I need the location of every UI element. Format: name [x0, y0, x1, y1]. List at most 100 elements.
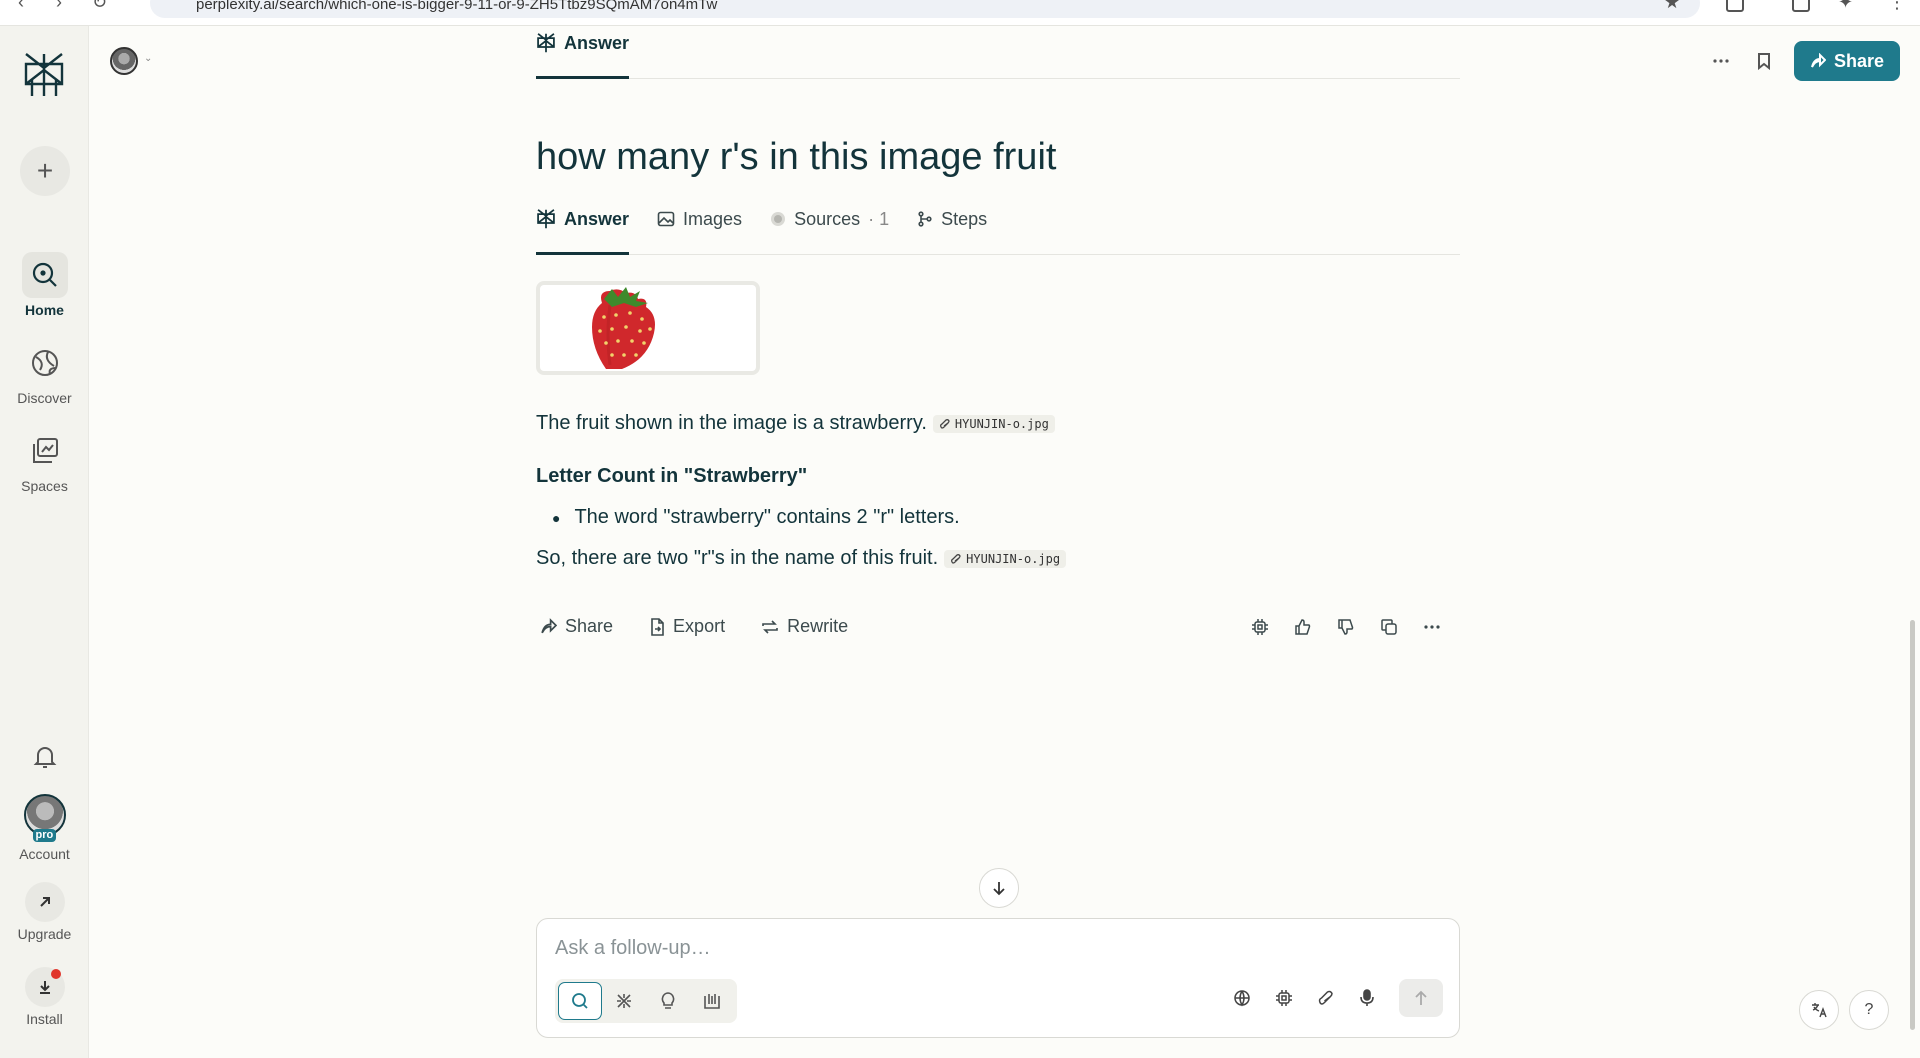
- divider: [536, 78, 1460, 79]
- list-item-text: The word "strawberry" contains 2 "r" let…: [574, 506, 960, 528]
- extension-icon[interactable]: ✦: [1838, 0, 1853, 13]
- perplexity-logo-icon[interactable]: [22, 50, 66, 100]
- share-answer-button[interactable]: Share: [540, 616, 613, 637]
- tab-images[interactable]: Images: [657, 208, 742, 230]
- mode-selector: [555, 979, 737, 1023]
- download-icon[interactable]: [1792, 0, 1810, 12]
- labs-mode-button[interactable]: [690, 982, 734, 1020]
- answer-paragraph: The fruit shown in the image is a strawb…: [536, 412, 1055, 435]
- share-button[interactable]: Share: [1794, 41, 1900, 81]
- tab-label: Sources: [794, 208, 861, 229]
- more-options-icon[interactable]: [1423, 618, 1441, 636]
- sidebar-item-upgrade[interactable]: Upgrade: [0, 882, 89, 942]
- pro-badge: pro: [32, 829, 57, 842]
- answer-paragraph: So, there are two "r"s in the name of th…: [536, 547, 1067, 570]
- scrollbar[interactable]: [1910, 620, 1915, 1030]
- plus-icon: +: [36, 155, 54, 186]
- sidebar-item-discover[interactable]: Discover: [0, 340, 89, 406]
- forward-icon[interactable]: ›: [56, 0, 62, 13]
- bullet-icon: ●: [552, 510, 561, 526]
- paperclip-icon[interactable]: [1317, 989, 1335, 1007]
- globe-icon[interactable]: [1233, 989, 1251, 1007]
- arrow-up-icon: [1414, 990, 1428, 1006]
- research-mode-button[interactable]: [602, 982, 646, 1020]
- thumbs-up-icon[interactable]: [1294, 618, 1312, 636]
- browser-menu-icon[interactable]: ⋮: [1888, 0, 1906, 13]
- sidebar-item-account[interactable]: pro Account: [0, 794, 89, 862]
- tab-steps[interactable]: Steps: [917, 208, 987, 230]
- bookmark-icon[interactable]: [1756, 52, 1772, 70]
- rewrite-button[interactable]: Rewrite: [761, 616, 848, 637]
- translate-icon: [1810, 1001, 1828, 1019]
- arrow-up-right-icon: [24, 882, 65, 922]
- sidebar-item-install[interactable]: Install: [0, 967, 89, 1027]
- submit-button[interactable]: [1399, 979, 1443, 1017]
- help-button[interactable]: ?: [1849, 990, 1889, 1030]
- export-button[interactable]: Export: [649, 616, 725, 637]
- paperclip-icon: [950, 553, 962, 565]
- tab-label: Answer: [564, 208, 630, 229]
- sidebar-item-spaces[interactable]: Spaces: [0, 428, 89, 494]
- model-chip-icon[interactable]: [1251, 618, 1269, 636]
- paperclip-icon: [939, 418, 951, 430]
- share-icon: [1810, 53, 1826, 69]
- tab-search-icon[interactable]: [1726, 0, 1744, 12]
- research-icon: [615, 992, 633, 1010]
- citation-chip[interactable]: HYUNJIN-o.jpg: [932, 414, 1055, 433]
- browser-toolbar: ‹ › ↻ perplexity.ai/search/which-one-is-…: [0, 0, 1920, 26]
- action-label: Share: [565, 616, 614, 636]
- reload-icon[interactable]: ↻: [92, 0, 107, 13]
- bell-icon: [22, 734, 68, 780]
- more-options-icon[interactable]: [1712, 52, 1730, 70]
- follow-up-box: Ask a follow-up…: [536, 918, 1460, 1038]
- model-chip-icon[interactable]: [1275, 989, 1293, 1007]
- source-favicon-icon: [770, 211, 786, 227]
- answer-text: So, there are two "r"s in the name of th…: [536, 547, 939, 569]
- active-tab-indicator: [536, 76, 629, 79]
- tab-answer[interactable]: Answer: [536, 208, 629, 230]
- search-mode-button[interactable]: [558, 982, 602, 1020]
- follow-up-input[interactable]: Ask a follow-up…: [555, 937, 711, 960]
- perplexity-answer-icon: [536, 208, 556, 230]
- header-answer-tab[interactable]: Answer: [536, 32, 629, 54]
- citation-label: HYUNJIN-o.jpg: [954, 416, 1049, 431]
- action-label: Rewrite: [787, 616, 849, 636]
- microphone-icon[interactable]: [1359, 989, 1375, 1007]
- uploaded-image-thumbnail[interactable]: [536, 281, 760, 375]
- sources-count: · 1: [868, 208, 890, 229]
- citation-chip[interactable]: HYUNJIN-o.jpg: [944, 549, 1067, 568]
- labs-icon: [703, 992, 721, 1010]
- tab-sources[interactable]: Sources · 1: [770, 208, 889, 230]
- list-item: ● The word "strawberry" contains 2 "r" l…: [552, 506, 960, 529]
- thumbs-down-icon[interactable]: [1337, 618, 1355, 636]
- image-icon: [657, 211, 675, 227]
- header-tab-label: Answer: [564, 32, 630, 53]
- sidebar-item-label: Upgrade: [17, 926, 72, 942]
- arrow-down-icon: [991, 880, 1007, 896]
- strawberry-image: [592, 287, 655, 369]
- perplexity-answer-icon: [536, 32, 556, 54]
- language-button[interactable]: [1799, 990, 1839, 1030]
- tab-label: Images: [683, 208, 743, 229]
- divider: [536, 254, 1460, 255]
- answer-text: The fruit shown in the image is a strawb…: [536, 412, 927, 434]
- address-bar[interactable]: perplexity.ai/search/which-one-is-bigger…: [150, 0, 1700, 18]
- reasoning-mode-button[interactable]: [646, 982, 690, 1020]
- rewrite-icon: [761, 619, 779, 635]
- sidebar-item-label: Spaces: [21, 478, 68, 494]
- share-icon: [540, 618, 557, 635]
- back-icon[interactable]: ‹: [18, 0, 24, 13]
- sidebar-item-label: Account: [19, 846, 70, 862]
- copy-icon[interactable]: [1380, 618, 1398, 636]
- answer-actions: Share Export Rewrite: [540, 616, 848, 637]
- sidebar-item-home[interactable]: Home: [0, 252, 89, 318]
- chevron-down-icon[interactable]: ⌄: [144, 53, 152, 64]
- page-title: how many r's in this image fruit: [536, 136, 1057, 178]
- bookmark-star-icon[interactable]: ★: [1664, 0, 1680, 13]
- scroll-to-bottom-button[interactable]: [979, 868, 1019, 908]
- steps-icon: [917, 211, 933, 227]
- user-avatar[interactable]: [110, 47, 138, 75]
- new-thread-button[interactable]: +: [20, 146, 70, 196]
- lightbulb-icon: [660, 992, 676, 1010]
- notifications-button[interactable]: [0, 734, 89, 780]
